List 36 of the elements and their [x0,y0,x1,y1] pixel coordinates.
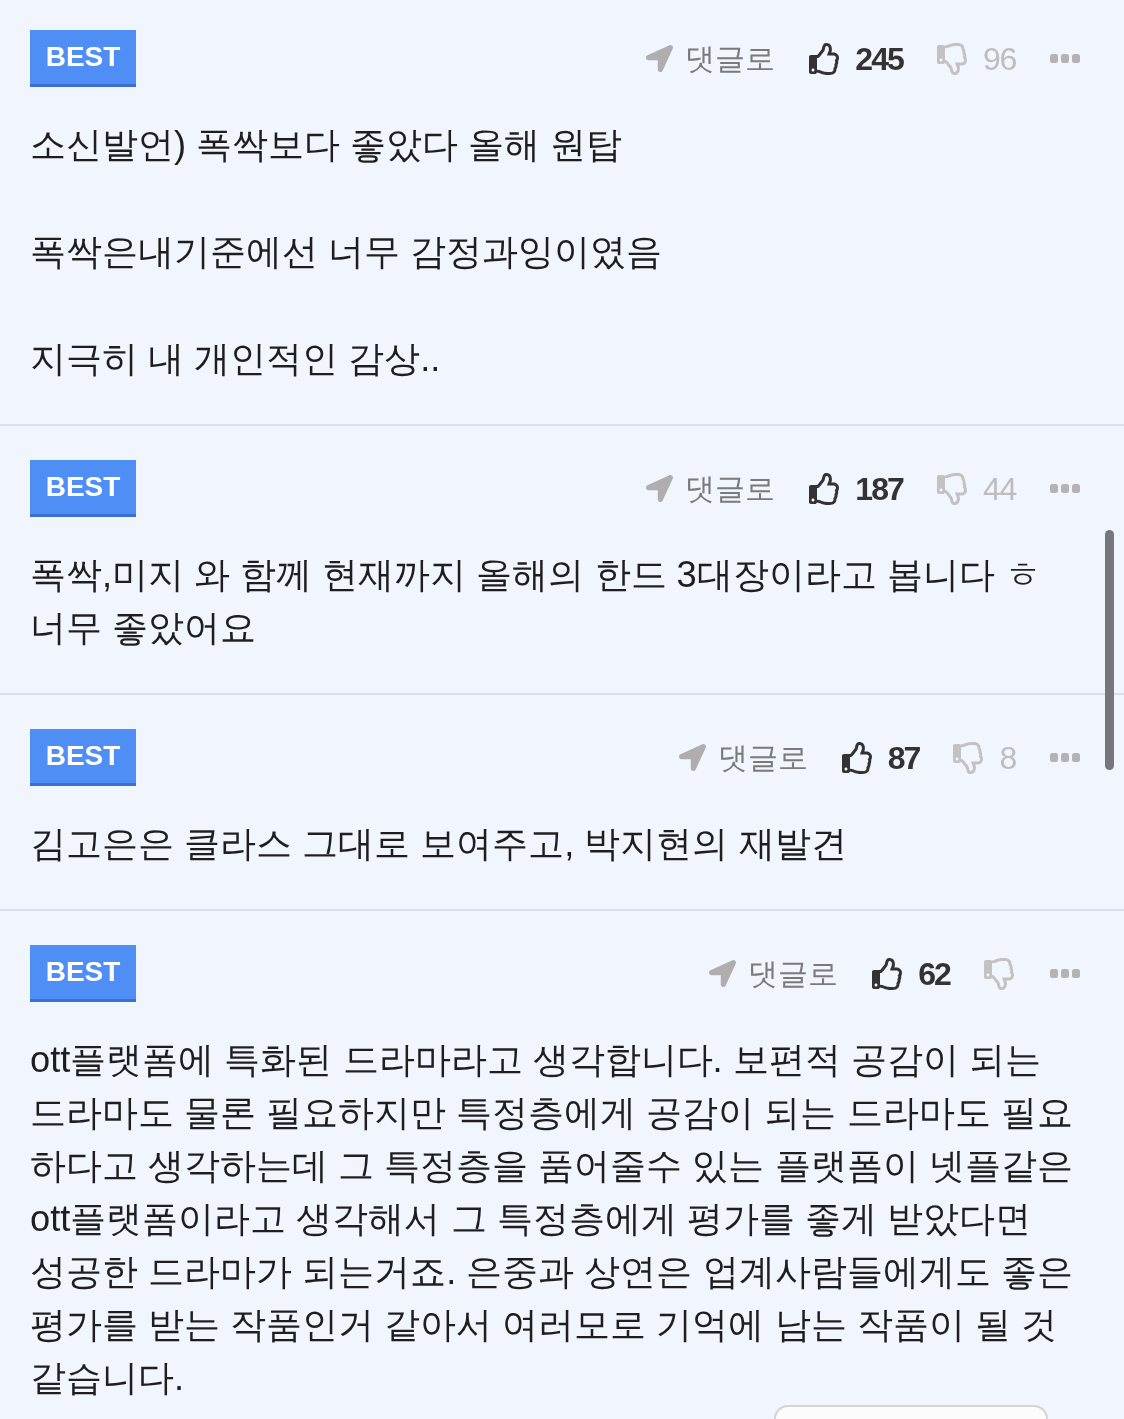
comment-text: 지극히 내 개인적인 감상.. [30,337,442,381]
comment-text: 폭싹,미지 와 함께 현재까지 올해의 한드 3대장이라고 봅니다 ㅎ 너무 좋았어요 [30,553,1042,650]
like-button[interactable]: 187 [809,472,903,505]
more-icon[interactable] [1050,969,1080,978]
more-icon[interactable] [1050,484,1080,493]
more-icon[interactable] [1050,753,1080,762]
reply-button[interactable]: 댓글로 [646,473,776,504]
more-icon[interactable] [1050,54,1080,63]
thumbs-up-icon [841,741,874,774]
best-badge: BEST [30,30,136,87]
thumbs-down-icon [984,957,1016,990]
like-button[interactable]: 87 [841,741,920,774]
send-arrow-icon [709,960,737,987]
scrollbar-thumb[interactable] [1105,530,1114,770]
thumbs-down-icon [953,741,986,774]
reply-button[interactable]: 댓글로 [646,43,776,74]
best-badge: BEST [30,945,136,1002]
send-arrow-icon [646,45,674,72]
best-badge: BEST [30,729,136,786]
like-button[interactable]: 62 [872,957,950,990]
send-arrow-icon [678,744,706,771]
thumbs-down-icon [936,42,969,75]
send-arrow-icon [646,475,674,502]
comment-text: 소신발언) 폭싹보다 좋았다 올해 원탑 [30,123,624,167]
thumbs-up-icon [809,472,842,505]
dislike-button[interactable] [984,957,1016,990]
reply-button[interactable]: 댓글로 [709,958,839,989]
thumbs-up-icon [809,42,842,75]
best-badge: BEST [30,460,136,517]
reply-button[interactable]: 댓글로 [678,742,808,773]
comment-text: 폭싹은내기준에선 너무 감정과잉이였음 [30,230,664,274]
comment-text: ott플랫폼에 특화된 드라마라고 생각합니다. 보편적 공감이 되는 드라마도 물론 필요하지만 특정층에게 공감이 되는 드라마도 필요하다고 생각하는데 그 특정층을 품어줄수 있는 플랫폼이 넷플같은 ott플랫폼이라고 생각해서 그 특정층에게 평가를 좋게 받았다면 성공한 드라마가 되는거죠. 은중과 상연은 업계사람들에게도 좋은 평가를 받는 작품인거 같아서 여러모로 기억에 남는 작품이 될 것 같습니다. [30,1038,1074,1400]
thumbs-up-icon [872,957,905,990]
like-button[interactable]: 245 [809,42,903,75]
thumbs-down-icon [936,472,969,505]
comment-text: 김고은은 클라스 그대로 보여주고, 박지현의 재발견 [30,822,848,866]
